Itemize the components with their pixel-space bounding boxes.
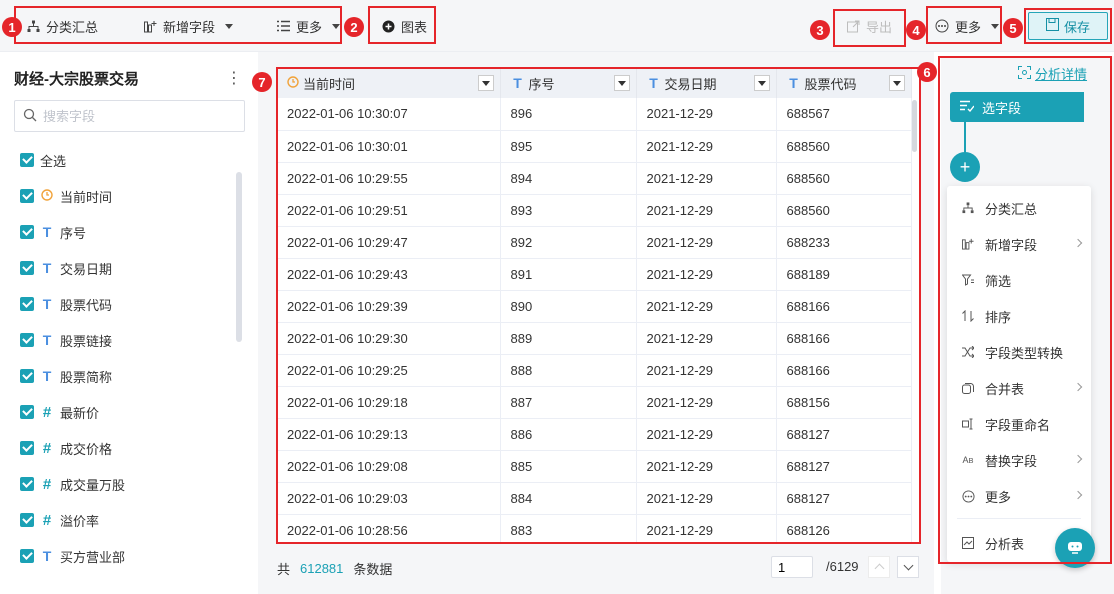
field-panel: 财经-大宗股票交易 ⋮ 全选 当前时间 T 序号 T 交易日期 T 股票代码 T 股票链… bbox=[0, 52, 258, 594]
dataset-title: 财经-大宗股票交易 bbox=[14, 71, 139, 88]
field-item[interactable]: T 序号 bbox=[20, 214, 240, 250]
field-list-scrollbar[interactable] bbox=[236, 172, 242, 342]
field-label: 成交价格 bbox=[60, 441, 113, 457]
checkbox-checked-icon[interactable] bbox=[20, 297, 34, 311]
annotation-box-5 bbox=[1024, 8, 1112, 44]
text-type-icon: T bbox=[42, 260, 52, 276]
annotation-box-2 bbox=[368, 6, 436, 44]
annotation-badge-5: 5 bbox=[1003, 18, 1023, 38]
annotation-box-7 bbox=[276, 67, 921, 544]
more-vertical-icon[interactable]: ⋮ bbox=[226, 68, 242, 88]
checkbox-checked-icon[interactable] bbox=[20, 153, 34, 167]
text-type-icon: T bbox=[42, 368, 52, 384]
field-item[interactable]: # 最新价 bbox=[20, 394, 240, 430]
checkbox-checked-icon[interactable] bbox=[20, 333, 34, 347]
field-item[interactable]: T 股票简称 bbox=[20, 358, 240, 394]
select-all-label: 全选 bbox=[40, 153, 67, 169]
annotation-badge-6: 6 bbox=[917, 62, 937, 82]
text-type-icon: T bbox=[42, 332, 52, 348]
checkbox-checked-icon[interactable] bbox=[20, 225, 34, 239]
field-list: 全选 当前时间 T 序号 T 交易日期 T 股票代码 T 股票链接 T 股票简称 # 最新价… bbox=[20, 142, 240, 574]
text-type-icon: T bbox=[42, 296, 52, 312]
number-type-icon: # bbox=[42, 439, 52, 457]
number-type-icon: # bbox=[42, 403, 52, 421]
clock-icon bbox=[40, 188, 54, 204]
table-footer: 共 612881 条数据 bbox=[277, 555, 921, 581]
field-item[interactable]: T 买方营业部 bbox=[20, 538, 240, 574]
field-search[interactable] bbox=[14, 100, 245, 132]
annotation-box-6 bbox=[938, 56, 1112, 564]
annotation-badge-2: 2 bbox=[344, 17, 364, 37]
number-type-icon: # bbox=[42, 475, 52, 493]
row-count-suffix: 条数据 bbox=[353, 561, 393, 577]
field-label: 当前时间 bbox=[60, 189, 113, 205]
annotation-box-4 bbox=[926, 6, 1002, 44]
annotation-badge-1: 1 bbox=[2, 17, 22, 37]
chevron-down-icon bbox=[903, 560, 913, 571]
field-item[interactable]: T 交易日期 bbox=[20, 250, 240, 286]
chevron-up-icon bbox=[874, 563, 884, 574]
annotation-box-3 bbox=[833, 9, 906, 47]
field-label: 序号 bbox=[60, 225, 87, 241]
checkbox-checked-icon[interactable] bbox=[20, 513, 34, 527]
search-icon bbox=[23, 108, 37, 125]
field-label: 股票链接 bbox=[60, 333, 113, 349]
search-input[interactable] bbox=[43, 108, 233, 124]
annotation-box-1 bbox=[14, 6, 342, 44]
checkbox-checked-icon[interactable] bbox=[20, 549, 34, 563]
annotation-badge-7: 7 bbox=[252, 72, 272, 92]
checkbox-checked-icon[interactable] bbox=[20, 405, 34, 419]
field-item[interactable]: # 成交价格 bbox=[20, 430, 240, 466]
prev-page-button[interactable] bbox=[868, 556, 890, 578]
field-label: 最新价 bbox=[60, 405, 100, 421]
field-label: 交易日期 bbox=[60, 261, 113, 277]
next-page-button[interactable] bbox=[897, 556, 919, 578]
annotation-badge-3: 3 bbox=[810, 20, 830, 40]
field-label: 买方营业部 bbox=[60, 549, 126, 565]
field-label: 成交量万股 bbox=[60, 477, 126, 493]
field-item[interactable]: 当前时间 bbox=[20, 178, 240, 214]
field-item[interactable]: # 溢价率 bbox=[20, 502, 240, 538]
field-item[interactable]: # 成交量万股 bbox=[20, 466, 240, 502]
checkbox-checked-icon[interactable] bbox=[20, 441, 34, 455]
checkbox-checked-icon[interactable] bbox=[20, 261, 34, 275]
checkbox-checked-icon[interactable] bbox=[20, 369, 34, 383]
field-item[interactable]: T 股票链接 bbox=[20, 322, 240, 358]
total-pages: /6129 bbox=[826, 559, 859, 574]
checkbox-checked-icon[interactable] bbox=[20, 477, 34, 491]
field-item[interactable]: T 股票代码 bbox=[20, 286, 240, 322]
page-number-input[interactable] bbox=[771, 556, 813, 578]
number-type-icon: # bbox=[42, 511, 52, 529]
row-count: 612881 bbox=[300, 560, 344, 576]
field-label: 溢价率 bbox=[60, 513, 100, 529]
field-label: 股票代码 bbox=[60, 297, 113, 313]
field-label: 股票简称 bbox=[60, 369, 113, 385]
text-type-icon: T bbox=[42, 548, 52, 564]
select-all-checkbox[interactable]: 全选 bbox=[20, 142, 240, 178]
row-count-prefix: 共 bbox=[277, 561, 291, 577]
text-type-icon: T bbox=[42, 224, 52, 240]
checkbox-checked-icon[interactable] bbox=[20, 189, 34, 203]
annotation-badge-4: 4 bbox=[906, 20, 926, 40]
